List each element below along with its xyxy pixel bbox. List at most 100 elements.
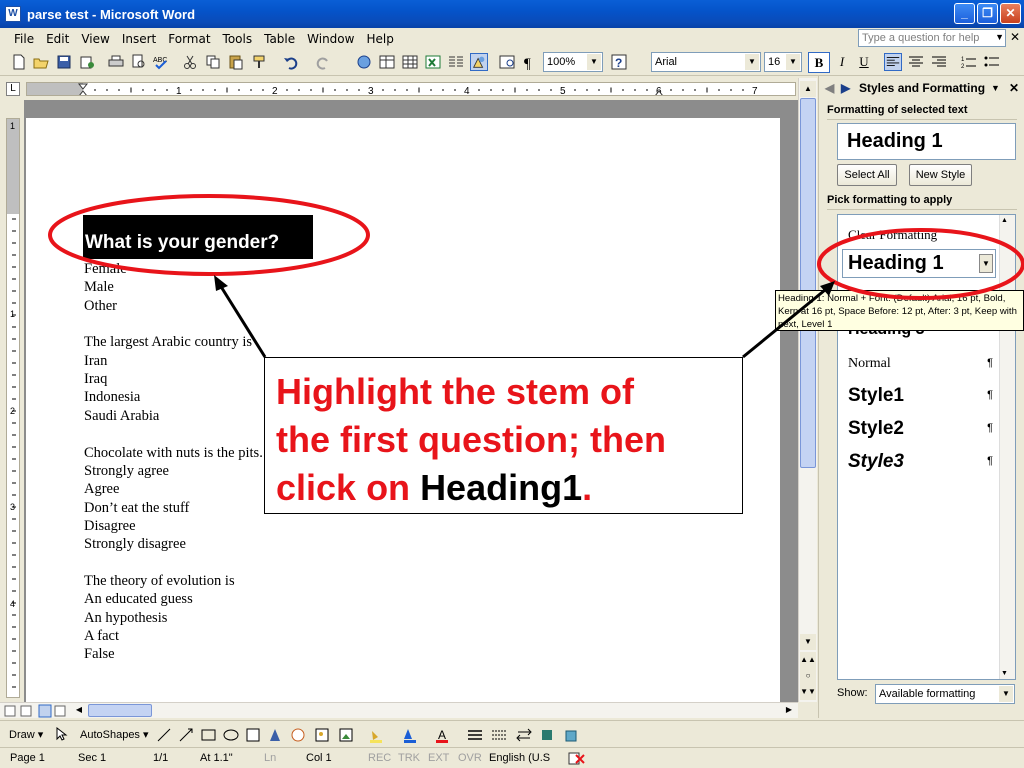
question-heading[interactable]: What is your gender? <box>85 232 279 254</box>
status-trk[interactable]: TRK <box>398 752 420 764</box>
print-preview-icon[interactable] <box>130 53 148 71</box>
style-normal[interactable]: Normal <box>848 356 891 372</box>
document-line[interactable]: A fact <box>84 628 119 645</box>
menu-edit[interactable]: Edit <box>40 32 75 46</box>
style-style3[interactable]: Style3 <box>848 451 904 473</box>
align-center-icon[interactable] <box>907 53 925 71</box>
font-name-select[interactable]: Arial ▼ <box>651 52 761 72</box>
undo-icon[interactable] <box>282 53 300 71</box>
spelling-icon[interactable]: ABC <box>152 53 170 71</box>
previous-page-icon[interactable]: ▲▲ <box>800 652 816 668</box>
back-arrow-icon[interactable]: ◀ <box>825 78 834 98</box>
document-line[interactable]: Chocolate with nuts is the pits. <box>84 445 263 462</box>
menu-file[interactable]: File <box>8 32 40 46</box>
menu-window[interactable]: Window <box>301 32 360 46</box>
scroll-down-icon[interactable]: ▼ <box>800 634 816 650</box>
minimize-button[interactable]: _ <box>954 3 975 24</box>
chevron-down-icon[interactable]: ▼ <box>745 54 759 70</box>
draw-menu-button[interactable]: Draw ▾ <box>9 728 43 741</box>
tab-selector-icon[interactable]: L <box>6 82 20 96</box>
permission-icon[interactable] <box>78 53 96 71</box>
status-ovr[interactable]: OVR <box>458 752 482 764</box>
view-buttons[interactable] <box>4 704 66 718</box>
drawing-icon[interactable] <box>470 53 488 71</box>
document-line[interactable]: Saudi Arabia <box>84 408 159 425</box>
redo-icon[interactable] <box>314 53 332 71</box>
menu-format[interactable]: Format <box>162 32 216 46</box>
browse-object-icon[interactable]: ○ <box>800 668 816 684</box>
spelling-status-icon[interactable] <box>568 752 586 765</box>
document-line[interactable]: An educated guess <box>84 591 193 608</box>
new-document-icon[interactable] <box>10 53 28 71</box>
forward-arrow-icon[interactable]: ▶ <box>841 78 850 98</box>
horizontal-scrollbar[interactable]: ◀ ▶ <box>0 702 798 718</box>
document-line[interactable]: Agree <box>84 481 119 498</box>
paste-icon[interactable] <box>227 53 245 71</box>
chevron-down-icon[interactable]: ▼ <box>786 54 800 70</box>
task-pane-menu-icon[interactable]: ▼ <box>991 78 1000 98</box>
document-line[interactable]: False <box>84 646 115 663</box>
select-objects-icon[interactable] <box>54 727 68 741</box>
zoom-select[interactable]: 100% ▼ <box>543 52 603 72</box>
document-line[interactable]: Disagree <box>84 518 136 535</box>
format-painter-icon[interactable] <box>251 53 269 71</box>
show-formatting-select[interactable]: Available formatting ▼ <box>875 684 1015 704</box>
select-all-button[interactable]: Select All <box>837 164 897 186</box>
menu-help[interactable]: Help <box>360 32 399 46</box>
document-line[interactable]: Female <box>84 261 127 278</box>
save-icon[interactable] <box>55 53 73 71</box>
open-folder-icon[interactable] <box>32 53 50 71</box>
style-heading-1[interactable]: Heading 1 ▼ <box>842 249 996 278</box>
insert-hyperlink-icon[interactable] <box>355 53 373 71</box>
print-icon[interactable] <box>107 53 125 71</box>
bullets-icon[interactable] <box>983 53 1001 71</box>
italic-button[interactable]: I <box>831 52 853 73</box>
next-page-icon[interactable]: ▼▼ <box>800 684 816 700</box>
menu-insert[interactable]: Insert <box>116 32 162 46</box>
document-line[interactable]: Male <box>84 279 114 296</box>
document-map-icon[interactable] <box>498 53 516 71</box>
menu-table[interactable]: Table <box>258 32 301 46</box>
style-style2[interactable]: Style2 <box>848 418 904 440</box>
autoshapes-button[interactable]: AutoShapes ▾ <box>80 728 149 741</box>
chevron-down-icon[interactable]: ▼ <box>587 54 601 70</box>
align-left-icon[interactable] <box>884 53 902 71</box>
show-hide-paragraph-icon[interactable]: ¶ <box>520 53 538 71</box>
word-app-icon[interactable]: W <box>5 6 21 22</box>
document-line[interactable]: Don’t eat the stuff <box>84 500 189 517</box>
document-line[interactable]: Indonesia <box>84 389 140 406</box>
status-rec[interactable]: REC <box>368 752 391 764</box>
chevron-down-icon[interactable]: ▼ <box>999 686 1013 702</box>
columns-icon[interactable] <box>447 53 465 71</box>
insert-table-icon[interactable] <box>401 53 419 71</box>
scroll-left-icon[interactable]: ◀ <box>72 703 86 717</box>
close-button[interactable]: ✕ <box>1000 3 1021 24</box>
style-list[interactable]: Clear Formatting Heading 1 ▼ Heading 3 N… <box>837 214 1016 680</box>
style-style1[interactable]: Style1 <box>848 385 904 407</box>
help-search-input[interactable]: Type a question for help <box>858 29 1006 47</box>
horizontal-ruler[interactable]: 1234567 <box>26 82 796 96</box>
h-scroll-thumb[interactable] <box>88 704 152 717</box>
document-line[interactable]: The largest Arabic country is <box>84 334 252 351</box>
selected-style-box[interactable]: Heading 1 <box>837 123 1016 160</box>
document-line[interactable]: The theory of evolution is <box>84 573 235 590</box>
document-line[interactable]: Strongly agree <box>84 463 169 480</box>
underline-button[interactable]: U <box>853 52 875 73</box>
document-line[interactable]: An hypothesis <box>84 610 167 627</box>
font-size-select[interactable]: 16 ▼ <box>764 52 802 72</box>
list-scroll-up-icon[interactable]: ▲ <box>1001 217 1008 224</box>
numbering-icon[interactable]: 12 <box>960 53 978 71</box>
help-dropdown-icon[interactable]: ▼ <box>995 32 1004 42</box>
restore-button[interactable]: ❐ <box>977 3 998 24</box>
style-list-scrollbar[interactable]: ▲ ▼ <box>999 215 1015 679</box>
tables-borders-icon[interactable] <box>378 53 396 71</box>
document-line[interactable]: Strongly disagree <box>84 536 186 553</box>
document-close-icon[interactable]: ✕ <box>1010 30 1020 44</box>
document-line[interactable]: Iraq <box>84 371 107 388</box>
list-scroll-down-icon[interactable]: ▼ <box>1001 670 1008 677</box>
help-icon[interactable]: ? <box>610 53 628 71</box>
scroll-right-icon[interactable]: ▶ <box>782 703 796 717</box>
drawing-tools[interactable]: A <box>156 727 596 743</box>
copy-icon[interactable] <box>204 53 222 71</box>
align-right-icon[interactable] <box>930 53 948 71</box>
